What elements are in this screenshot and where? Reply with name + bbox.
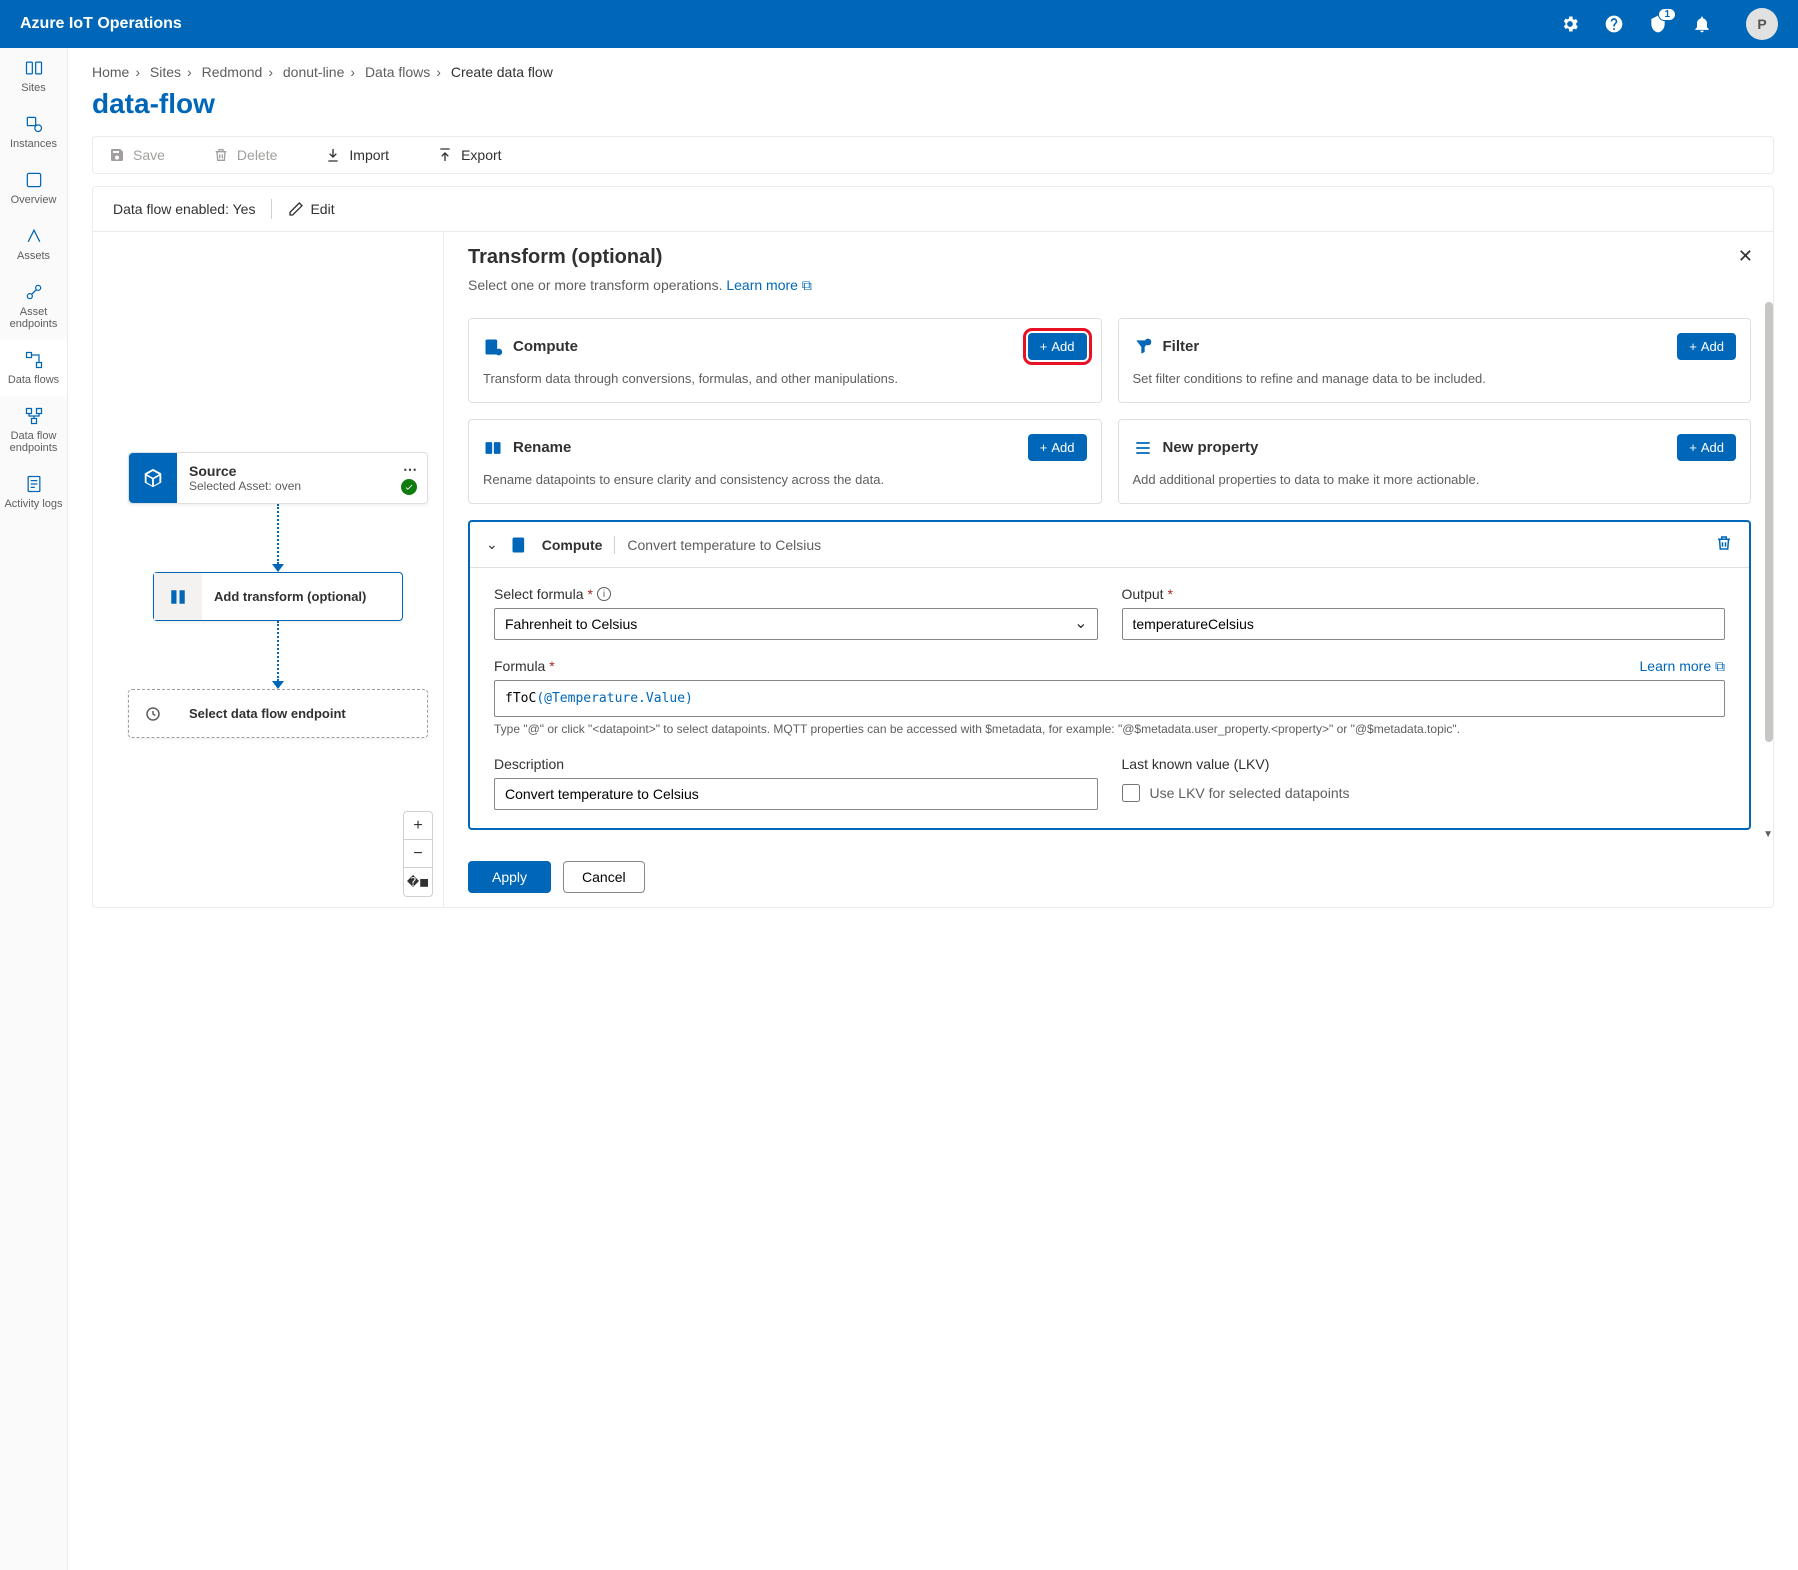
- add-newprop-button[interactable]: + Add: [1677, 434, 1736, 461]
- source-sub: Selected Asset: oven: [189, 479, 415, 493]
- check-icon: [401, 479, 417, 495]
- panel-title: Transform (optional): [468, 246, 1749, 269]
- trash-icon[interactable]: [1715, 534, 1733, 555]
- op-filter: Filter + Add Set filter conditions to re…: [1118, 318, 1752, 403]
- alerts-icon[interactable]: 1: [1648, 14, 1668, 34]
- crumb-home[interactable]: Home: [92, 64, 129, 80]
- scrollbar[interactable]: [1765, 302, 1773, 742]
- topbar-icons: 1 P: [1560, 8, 1778, 40]
- crumb-dataflows[interactable]: Data flows: [365, 64, 430, 80]
- op-compute: Compute + Add Transform data through con…: [468, 318, 1102, 403]
- zoom-controls: + − �◼: [403, 811, 433, 897]
- sidenav-sites[interactable]: Sites: [0, 48, 67, 104]
- close-icon[interactable]: ✕: [1738, 246, 1753, 267]
- sidenav-assets[interactable]: Assets: [0, 216, 67, 272]
- gear-icon[interactable]: [1560, 14, 1580, 34]
- add-compute-button[interactable]: + Add: [1028, 333, 1087, 360]
- zoom-in[interactable]: +: [404, 812, 432, 840]
- status-label: Data flow enabled: Yes: [113, 201, 255, 217]
- breadcrumb: Home› Sites› Redmond› donut-line› Data f…: [92, 64, 1774, 80]
- transform-icon: [154, 573, 202, 620]
- compute-block: ⌄ Compute Convert temperature to Celsius: [468, 520, 1751, 830]
- sidenav-instances[interactable]: Instances: [0, 104, 67, 160]
- cancel-button[interactable]: Cancel: [563, 861, 645, 893]
- panel-subtitle: Select one or more transform operations.…: [468, 277, 1749, 294]
- sidenav-asset-endpoints[interactable]: Asset endpoints: [0, 272, 67, 340]
- chevron-down-icon[interactable]: ⌄: [486, 536, 498, 553]
- export-button[interactable]: Export: [437, 147, 501, 163]
- crumb-sites[interactable]: Sites: [150, 64, 181, 80]
- transform-panel: ✕ Transform (optional) Select one or mor…: [443, 232, 1773, 907]
- zoom-out[interactable]: −: [404, 840, 432, 868]
- formula-learn-more[interactable]: Learn more ⧉: [1640, 658, 1725, 675]
- formula-select[interactable]: Fahrenheit to Celsius: [494, 608, 1098, 640]
- canvas[interactable]: Source Selected Asset: oven ⋯ Add transf…: [93, 232, 443, 907]
- crumb-redmond[interactable]: Redmond: [202, 64, 263, 80]
- apply-button[interactable]: Apply: [468, 861, 551, 893]
- op-rename: Rename + Add Rename datapoints to ensure…: [468, 419, 1102, 504]
- panel-footer: Apply Cancel: [444, 846, 1773, 907]
- more-icon[interactable]: ⋯: [403, 461, 417, 478]
- description-input[interactable]: [494, 778, 1098, 810]
- crumb-current: Create data flow: [451, 64, 553, 80]
- sidenav-data-flows[interactable]: Data flows: [0, 340, 67, 396]
- add-rename-button[interactable]: + Add: [1028, 434, 1087, 461]
- save-button[interactable]: Save: [109, 147, 165, 163]
- delete-button[interactable]: Delete: [213, 147, 277, 163]
- zoom-fit[interactable]: �◼: [404, 868, 432, 896]
- add-filter-button[interactable]: + Add: [1677, 333, 1736, 360]
- op-newprop: New property + Add Add additional proper…: [1118, 419, 1752, 504]
- sidenav-overview[interactable]: Overview: [0, 160, 67, 216]
- crumb-donut[interactable]: donut-line: [283, 64, 345, 80]
- endpoint-icon: [129, 690, 177, 737]
- node-source[interactable]: Source Selected Asset: oven ⋯: [128, 452, 428, 504]
- sidenav: Sites Instances Overview Assets Asset en…: [0, 48, 68, 1570]
- topbar: Azure IoT Operations 1 P: [0, 0, 1798, 48]
- bell-icon[interactable]: [1692, 14, 1712, 34]
- edit-button[interactable]: Edit: [288, 201, 334, 217]
- info-icon[interactable]: i: [597, 587, 611, 601]
- formula-hint: Type "@" or click "<datapoint>" to selec…: [494, 721, 1725, 738]
- status-bar: Data flow enabled: Yes Edit: [93, 187, 1773, 232]
- node-transform[interactable]: Add transform (optional): [153, 572, 403, 621]
- sidenav-activity-logs[interactable]: Activity logs: [0, 464, 67, 520]
- avatar[interactable]: P: [1746, 8, 1778, 40]
- content-card: Data flow enabled: Yes Edit Source Selec…: [92, 186, 1774, 908]
- toolbar: Save Delete Import Export: [92, 136, 1774, 174]
- import-button[interactable]: Import: [325, 147, 389, 163]
- formula-input[interactable]: fToC(@Temperature.Value): [494, 680, 1725, 717]
- main: Home› Sites› Redmond› donut-line› Data f…: [68, 48, 1798, 1570]
- cube-icon: [129, 453, 177, 503]
- app-title: Azure IoT Operations: [20, 15, 1560, 33]
- alert-badge: 1: [1658, 8, 1676, 21]
- sidenav-dataflow-endpoints[interactable]: Data flow endpoints: [0, 396, 67, 464]
- help-icon[interactable]: [1604, 14, 1624, 34]
- output-input[interactable]: [1122, 608, 1726, 640]
- lkv-checkbox[interactable]: Use LKV for selected datapoints: [1122, 778, 1726, 802]
- scroll-down-icon[interactable]: ▼: [1763, 829, 1773, 840]
- node-endpoint[interactable]: Select data flow endpoint: [128, 689, 428, 738]
- learn-more-link[interactable]: Learn more ⧉: [726, 277, 811, 293]
- compute-icon: [510, 535, 530, 555]
- source-title: Source: [189, 463, 415, 479]
- page-title: data-flow: [92, 88, 1774, 120]
